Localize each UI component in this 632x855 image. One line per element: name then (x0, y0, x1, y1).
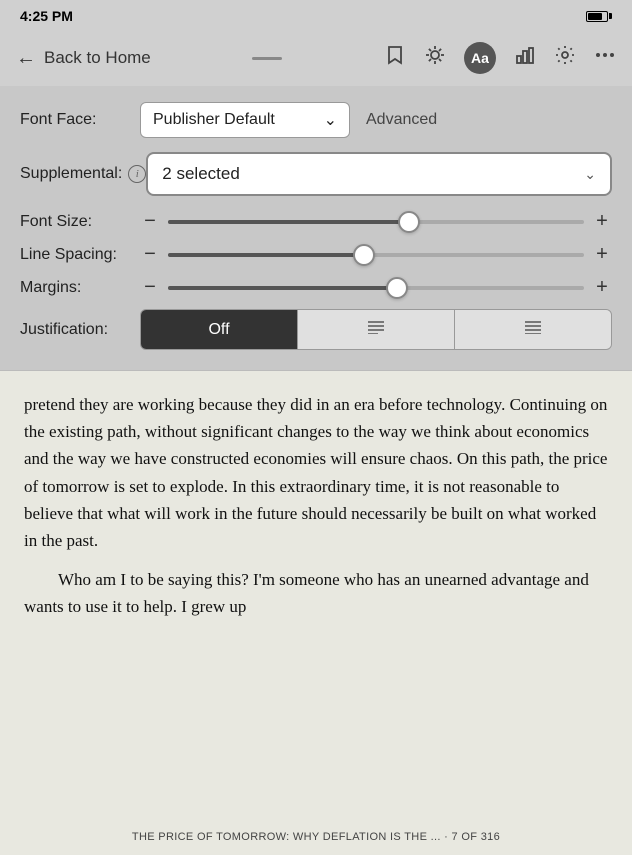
font-size-increase-button[interactable]: + (592, 210, 612, 233)
line-spacing-row: Line Spacing: − + (20, 243, 612, 266)
font-face-chevron-icon: ⌄ (324, 110, 337, 130)
font-size-slider[interactable] (168, 220, 584, 224)
book-paragraph-2: Who am I to be saying this? I'm someone … (24, 566, 608, 620)
justification-label: Justification: (20, 321, 140, 339)
font-settings-icon[interactable]: Aa (464, 42, 496, 74)
margins-slider[interactable] (168, 286, 584, 290)
status-time: 4:25 PM (20, 8, 73, 24)
nav-bar: ← Back to Home Aa (0, 30, 632, 86)
book-content: pretend they are working because they di… (0, 371, 632, 819)
supplemental-dropdown[interactable]: 2 selected ⌄ (146, 152, 612, 196)
font-face-dropdown[interactable]: Publisher Default ⌄ (140, 102, 350, 138)
status-icons (586, 11, 612, 22)
font-face-value: Publisher Default (153, 111, 275, 129)
margins-increase-button[interactable]: + (592, 276, 612, 299)
font-size-row: Font Size: − + (20, 210, 612, 233)
margins-row: Margins: − + (20, 276, 612, 299)
nav-left: ← Back to Home (16, 47, 151, 70)
font-size-label: Font Size: (20, 213, 140, 231)
bookmarks-icon[interactable] (384, 44, 406, 72)
settings-panel: Font Face: Publisher Default ⌄ Advanced … (0, 86, 632, 371)
battery-icon (586, 11, 612, 22)
book-footer-text: THE PRICE OF TOMORROW: WHY DEFLATION IS … (132, 831, 500, 843)
justify-off-button[interactable]: Off (141, 310, 298, 349)
line-spacing-label: Line Spacing: (20, 246, 140, 264)
line-spacing-increase-button[interactable]: + (592, 243, 612, 266)
font-face-label: Font Face: (20, 111, 140, 129)
margins-decrease-button[interactable]: − (140, 276, 160, 299)
book-footer: THE PRICE OF TOMORROW: WHY DEFLATION IS … (0, 819, 632, 855)
justification-row: Justification: Off (20, 309, 612, 350)
supplemental-label-group: Supplemental: i (20, 165, 146, 183)
status-bar: 4:25 PM (0, 0, 632, 30)
supplemental-label: Supplemental: (20, 165, 122, 183)
nav-separator (252, 57, 282, 60)
font-face-row: Font Face: Publisher Default ⌄ Advanced (20, 102, 612, 138)
supplemental-info-icon[interactable]: i (128, 165, 146, 183)
justify-left-button[interactable] (298, 310, 455, 349)
supplemental-row: Supplemental: i 2 selected ⌄ (20, 152, 612, 196)
chart-icon[interactable] (514, 44, 536, 72)
supplemental-value: 2 selected (162, 164, 240, 184)
nav-right: Aa (384, 42, 616, 74)
back-arrow-icon[interactable]: ← (16, 47, 36, 70)
supplemental-chevron-icon: ⌄ (584, 166, 596, 183)
advanced-button[interactable]: Advanced (366, 111, 437, 129)
margins-label: Margins: (20, 279, 140, 297)
justify-full-button[interactable] (455, 310, 611, 349)
font-size-decrease-button[interactable]: − (140, 210, 160, 233)
settings-icon[interactable] (554, 44, 576, 72)
justification-buttons-group: Off (140, 309, 612, 350)
book-paragraph-1: pretend they are working because they di… (24, 391, 608, 554)
book-text: pretend they are working because they di… (24, 391, 608, 621)
brightness-icon[interactable] (424, 44, 446, 72)
line-spacing-slider[interactable] (168, 253, 584, 257)
line-spacing-decrease-button[interactable]: − (140, 243, 160, 266)
back-to-home-label[interactable]: Back to Home (44, 48, 151, 68)
more-icon[interactable] (594, 44, 616, 72)
